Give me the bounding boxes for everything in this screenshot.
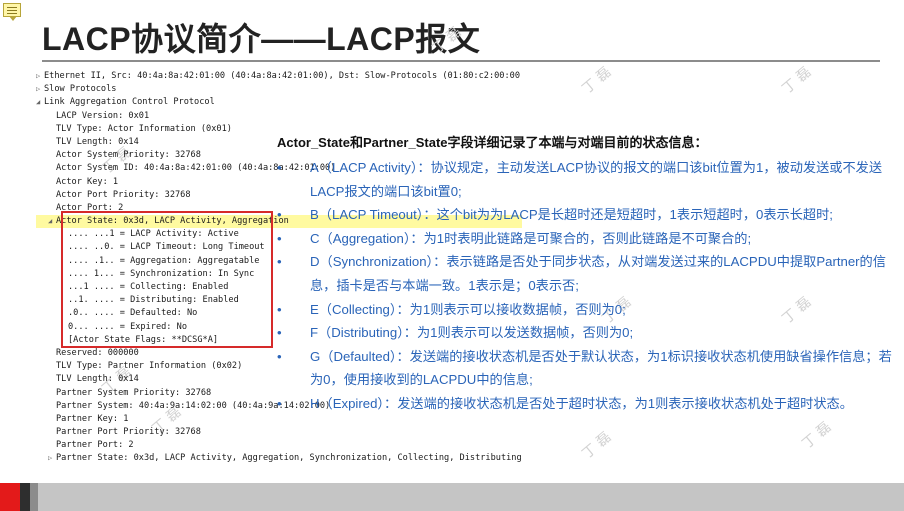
watermark-text: 丁 磊 (779, 64, 815, 98)
state-bit-item: G（Defaulted）：发送端的接收状态机是否处于默认状态，为1标识接收状态机… (277, 345, 893, 392)
tree-row-text: ...1 .... = Collecting: Enabled (68, 282, 229, 292)
tree-row[interactable]: LACP Version: 0x01 (36, 110, 522, 123)
slide: LACP协议简介——LACP报文 丁 磊丁 磊丁 磊丁 磊丁 磊丁 磊丁 磊丁 … (0, 0, 904, 511)
tree-row-text: .... 1... = Synchronization: In Sync (68, 268, 255, 279)
tree-row-text: [Actor State Flags: **DCSG*A] (68, 334, 219, 345)
explanation-panel: Actor_State和Partner_State字段详细记录了本端与对端目前的… (277, 133, 893, 416)
state-bit-item: A（LACP Activity）：协议规定，主动发送LACP协议的报文的端口该b… (277, 156, 893, 203)
state-bit-item: C（Aggregation）：为1时表明此链路是可聚合的，否则此链路是不可聚合的… (277, 227, 893, 251)
tree-row-text: TLV Length: 0x14 (56, 136, 139, 147)
footer-bar (0, 483, 904, 511)
tree-row-text: Partner Port Priority: 32768 (56, 427, 201, 438)
watermark-text: 丁 磊 (799, 419, 835, 453)
tree-row[interactable]: Partner Port Priority: 32768 (36, 426, 522, 439)
tree-row-text: Ethernet II, Src: 40:4a:8a:42:01:00 (40:… (44, 71, 522, 81)
tree-row-text: Actor Port Priority: 32768 (56, 189, 191, 200)
state-bit-item: D（Synchronization）：表示链路是否处于同步状态，从对端发送过来的… (277, 250, 893, 297)
tree-row-text: TLV Length: 0x14 (56, 374, 139, 385)
tree-row-text: Link Aggregation Control Protocol (44, 97, 215, 108)
tree-row-text: .... ..0. = LACP Timeout: Long Timeout (68, 242, 265, 253)
state-bit-item: E（Collecting）：为1则表示可以接收数据帧，否则为0; (277, 298, 893, 322)
expand-toggle-icon[interactable]: ▷ (36, 70, 44, 83)
tree-row-text: LACP Version: 0x01 (56, 110, 150, 121)
footer-accent-red (0, 483, 20, 511)
tree-row-text: .0.. .... = Defaulted: No (68, 308, 198, 319)
expand-toggle-icon[interactable]: ▷ (36, 83, 44, 96)
tree-row-text: Partner System Priority: 32768 (56, 387, 212, 398)
expand-toggle-icon[interactable]: ◢ (36, 96, 44, 109)
note-icon[interactable] (3, 3, 21, 21)
watermark-text: 丁 磊 (579, 64, 615, 98)
tree-row-text: Partner Port: 2 (56, 440, 134, 451)
watermark-text: 丁 磊 (579, 429, 615, 463)
tree-row-text: Actor System Priority: 32768 (56, 150, 201, 161)
tree-row-text: Partner State: 0x3d, LACP Activity, Aggr… (56, 453, 522, 464)
tree-row-text: 0... .... = Expired: No (68, 321, 187, 332)
panel-heading: Actor_State和Partner_State字段详细记录了本端与对端目前的… (277, 135, 708, 150)
expand-toggle-icon[interactable]: ◢ (48, 215, 56, 228)
expand-toggle-icon[interactable]: ▷ (48, 452, 56, 465)
footer-accent-dark (20, 483, 30, 511)
tree-row-text: TLV Type: Partner Information (0x02) (56, 361, 243, 372)
tree-row[interactable]: ◢ Link Aggregation Control Protocol (36, 96, 522, 109)
tree-row-text: .... ...1 = LACP Activity: Active (68, 229, 239, 240)
state-bit-list: A（LACP Activity）：协议规定，主动发送LACP协议的报文的端口该b… (277, 156, 893, 416)
tree-row-text: Partner Key: 1 (56, 413, 129, 424)
tree-row[interactable]: Partner Port: 2 (36, 439, 522, 452)
tree-row[interactable]: ▷ Partner State: 0x3d, LACP Activity, Agg… (36, 452, 522, 465)
footer-accent-gray (30, 483, 38, 511)
tree-row[interactable]: ▷ Ethernet II, Src: 40:4a:8a:42:01:00 (40… (36, 70, 522, 83)
tree-row[interactable]: ▷ Slow Protocols (36, 83, 522, 96)
tree-row-text: Actor State: 0x3d, LACP Activity, Aggreg… (56, 216, 289, 227)
state-bit-item: H（Expired）：发送端的接收状态机是否处于超时状态，为1则表示接收状态机处… (277, 392, 893, 416)
tree-row-text: ..1. .... = Distributing: Enabled (68, 295, 239, 306)
tree-row-text: Actor Key: 1 (56, 176, 119, 187)
tree-row-text: Reserved: 000000 (56, 347, 139, 358)
tree-row-text: Actor Port: 2 (56, 202, 124, 213)
state-bit-item: B（LACP Timeout）：这个bit为为LACP是长超时还是短超时，1表示… (277, 203, 893, 227)
state-bit-item: F（Distributing）：为1则表示可以发送数据帧，否则为0; (277, 321, 893, 345)
tree-row-text: TLV Type: Actor Information (0x01) (56, 123, 232, 134)
slide-title: LACP协议简介——LACP报文 (42, 21, 481, 57)
title-divider (42, 60, 880, 62)
tree-row-text: .... .1.. = Aggregation: Aggregatable (68, 255, 260, 266)
tree-row-text: Slow Protocols (44, 84, 117, 95)
